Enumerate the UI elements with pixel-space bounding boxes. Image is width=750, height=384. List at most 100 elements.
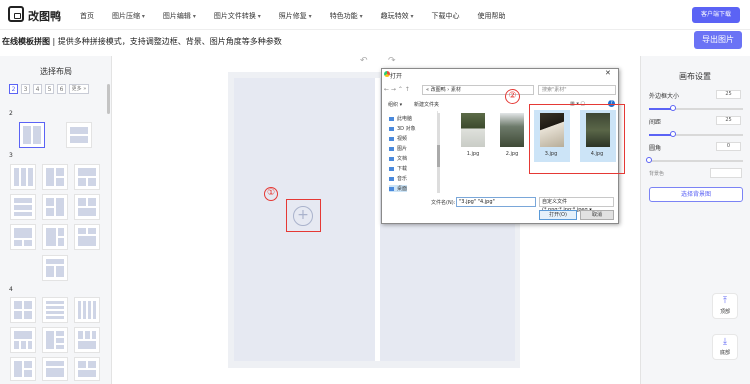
- spacing-slider-knob[interactable]: [670, 131, 676, 137]
- page-title: 在线模板拼图: [2, 37, 50, 46]
- radius-slider[interactable]: [649, 160, 743, 162]
- layout-thumb-3j[interactable]: [42, 255, 68, 281]
- layout-thumb-3d[interactable]: [10, 194, 36, 220]
- nav-compress[interactable]: 图片压缩: [112, 11, 145, 21]
- layout-thumb-4g[interactable]: [10, 357, 36, 381]
- spacing-slider[interactable]: [649, 134, 743, 136]
- bg-color-label: 背景色: [649, 171, 665, 177]
- tree-music[interactable]: 音乐: [389, 175, 407, 182]
- canvas-settings-title: 画布设置: [679, 72, 711, 81]
- layout-thumb-4d[interactable]: [10, 327, 36, 353]
- tree-documents[interactable]: 文档: [389, 155, 407, 162]
- count-tab-more[interactable]: 更多 »: [69, 84, 89, 94]
- tree-videos[interactable]: 视频: [389, 135, 407, 142]
- logo-icon[interactable]: [8, 6, 24, 22]
- scroll-top-button[interactable]: ⤒ 顶部: [712, 293, 738, 319]
- radius-label: 圆角: [649, 145, 662, 152]
- layout-thumb-4b[interactable]: [42, 297, 68, 323]
- layout-thumb-3e[interactable]: [42, 194, 68, 220]
- layout-thumb-3i[interactable]: [74, 224, 100, 250]
- count-tab-3[interactable]: 3: [21, 84, 30, 94]
- layout-thumb-4h[interactable]: [42, 357, 68, 381]
- file-item-2[interactable]: 2.jpg: [495, 113, 529, 157]
- layout-count-tabs: 2 3 4 5 6 更多 »: [9, 84, 89, 94]
- layout-thumb-3b[interactable]: [42, 164, 68, 190]
- tree-downloads[interactable]: 下载: [389, 165, 407, 172]
- nav-restore[interactable]: 照片修复: [279, 11, 312, 21]
- nav-home[interactable]: 首页: [80, 11, 94, 21]
- layout-thumb-3g[interactable]: [10, 224, 36, 250]
- section-label-3: 3: [9, 152, 13, 159]
- annotation-box-2: [529, 104, 625, 174]
- outer-border-value[interactable]: 25: [716, 90, 741, 99]
- layout-thumb-4f[interactable]: [74, 327, 100, 353]
- undo-icon[interactable]: ↶: [360, 56, 368, 66]
- page-description: | 提供多种拼接模式，支持调整边框、背景、图片角度等多种参数: [50, 37, 282, 46]
- count-tab-2[interactable]: 2: [9, 84, 18, 94]
- bg-color-picker[interactable]: [710, 168, 742, 178]
- nav-convert[interactable]: 图片文件转换: [214, 11, 261, 21]
- tree-3d-objects[interactable]: 3D 对象: [389, 125, 416, 132]
- annotation-marker-2: ②: [505, 89, 520, 104]
- layout-thumb-4c[interactable]: [74, 297, 100, 323]
- dialog-title: 打开: [390, 73, 403, 80]
- file-thumb-2: [500, 113, 524, 147]
- layout-thumb-4e[interactable]: [42, 327, 68, 353]
- section-label-4: 4: [9, 286, 13, 293]
- dialog-close-icon[interactable]: ✕: [605, 69, 611, 77]
- radius-slider-knob[interactable]: [646, 157, 652, 163]
- filename-input[interactable]: "3.jpg" "4.jpg": [456, 197, 536, 207]
- layout-thumb-3h[interactable]: [42, 224, 68, 250]
- scroll-bottom-button[interactable]: ⤓ 底部: [712, 334, 738, 360]
- nav-download[interactable]: 下载中心: [432, 11, 460, 21]
- file-name-2: 2.jpg: [505, 151, 519, 157]
- dialog-search-input[interactable]: 搜索"素材": [538, 85, 616, 95]
- dialog-organize-menu[interactable]: 组织 ▾: [388, 101, 402, 108]
- file-item-1[interactable]: 1.jpg: [456, 113, 490, 157]
- page-subtitle: 在线模板拼图 | 提供多种拼接模式，支持调整边框、背景、图片角度等多种参数: [2, 36, 282, 47]
- brand-name[interactable]: 改图鸭: [28, 8, 61, 24]
- count-tab-4[interactable]: 4: [33, 84, 42, 94]
- layout-thumb-3a[interactable]: [10, 164, 36, 190]
- layout-thumb-4a[interactable]: [10, 297, 36, 323]
- outer-border-label: 外边框大小: [649, 93, 680, 100]
- redo-icon[interactable]: ↷: [388, 56, 396, 66]
- spacing-label: 间距: [649, 119, 662, 126]
- dialog-tree-scroll-thumb[interactable]: [437, 145, 440, 167]
- arrow-down-icon: ⤓: [723, 337, 727, 347]
- layout-thumb-4i[interactable]: [74, 357, 100, 381]
- dialog-open-button[interactable]: 打开(O): [539, 210, 577, 220]
- dialog-nav-arrows-icon[interactable]: ← → ⌃ ↑: [384, 86, 410, 93]
- filetype-select[interactable]: 自定义文件 (*.png;*.jpg;*.jpeg ▾: [539, 197, 614, 213]
- tree-pictures[interactable]: 图片: [389, 145, 407, 152]
- dialog-cancel-button[interactable]: 取消: [580, 210, 614, 220]
- layout-thumb-2a[interactable]: [19, 122, 45, 148]
- section-label-2: 2: [9, 110, 13, 117]
- layout-panel-scrollbar[interactable]: [107, 84, 110, 114]
- select-bg-image-button[interactable]: 选择背景图: [649, 187, 743, 202]
- tree-desktop[interactable]: 桌面: [389, 185, 408, 192]
- layout-thumb-3f[interactable]: [74, 194, 100, 220]
- client-download-button[interactable]: 客户端下载: [692, 7, 740, 23]
- annotation-box-1: [286, 199, 321, 232]
- dialog-folder-tree: 此电脑 3D 对象 视频 图片 文档 下载 音乐 桌面: [383, 111, 438, 193]
- layout-thumb-2b[interactable]: [66, 122, 92, 148]
- nav-fun[interactable]: 趣玩特效: [381, 11, 414, 21]
- nav-edit[interactable]: 图片编辑: [163, 11, 196, 21]
- arrow-up-icon: ⤒: [723, 296, 727, 306]
- outer-border-slider[interactable]: [649, 108, 743, 110]
- nav-help[interactable]: 使用帮助: [478, 11, 506, 21]
- layout-panel-title: 选择布局: [40, 67, 72, 76]
- count-tab-5[interactable]: 5: [45, 84, 54, 94]
- export-button[interactable]: 导出图片: [694, 31, 742, 49]
- nav-features[interactable]: 特色功能: [330, 11, 363, 21]
- outer-border-slider-knob[interactable]: [670, 105, 676, 111]
- filename-label: 文件名(N):: [431, 200, 456, 206]
- file-thumb-1: [461, 113, 485, 147]
- spacing-value[interactable]: 25: [716, 116, 741, 125]
- tree-this-pc[interactable]: 此电脑: [389, 115, 412, 122]
- count-tab-6[interactable]: 6: [57, 84, 66, 94]
- radius-value[interactable]: 0: [716, 142, 741, 151]
- dialog-new-folder-button[interactable]: 新建文件夹: [414, 101, 439, 108]
- layout-thumb-3c[interactable]: [74, 164, 100, 190]
